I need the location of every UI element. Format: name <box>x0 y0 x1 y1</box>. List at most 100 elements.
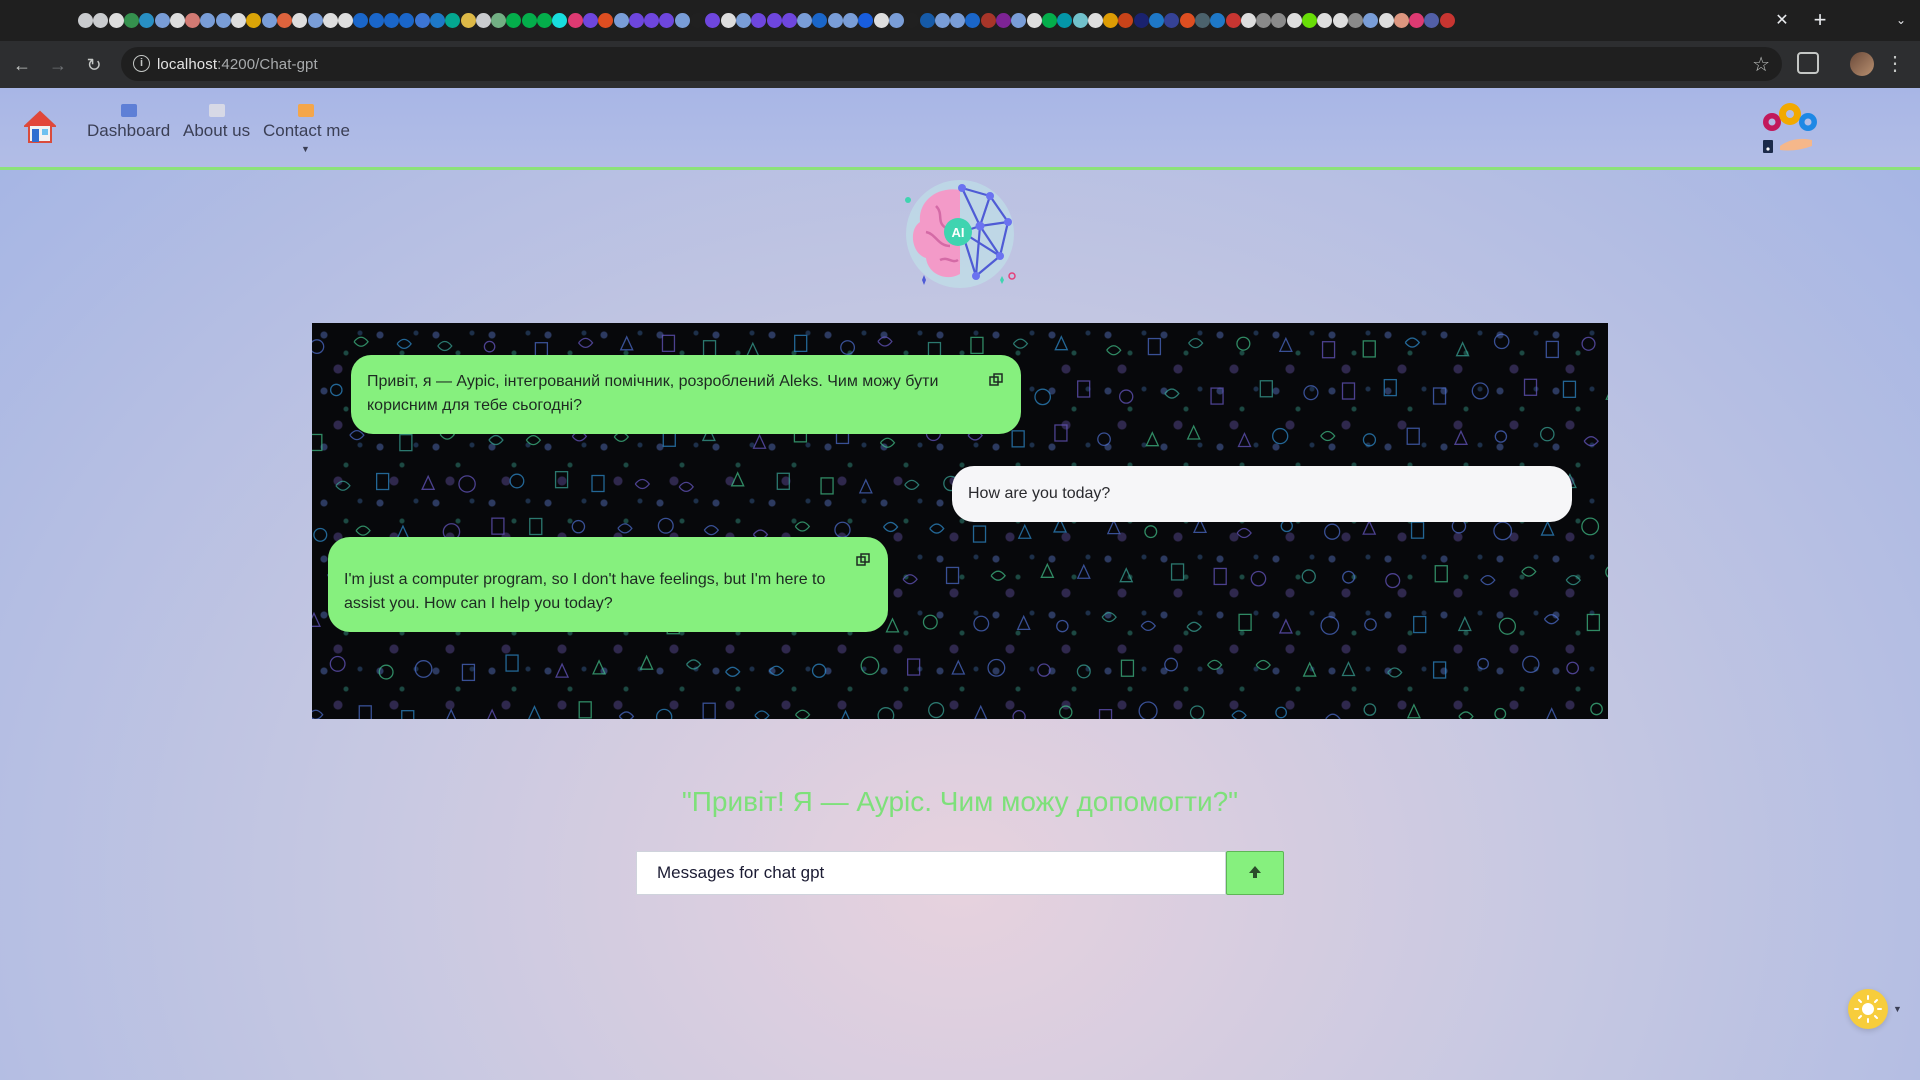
nav-item-dashboard[interactable]: Dashboard <box>87 104 170 141</box>
tab-favicon[interactable] <box>873 13 889 28</box>
tab-favicon[interactable] <box>108 13 124 28</box>
tab-favicon[interactable] <box>1057 13 1073 28</box>
address-bar[interactable]: i localhost:4200/Chat-gpt ☆ <box>121 47 1782 81</box>
new-tab-button[interactable]: + <box>1806 7 1834 35</box>
tab-favicon[interactable] <box>1087 13 1103 28</box>
tab-favicon[interactable] <box>1317 13 1333 28</box>
tab-favicon[interactable] <box>368 13 384 28</box>
tab-favicon[interactable] <box>1271 13 1287 28</box>
tab-favicon[interactable] <box>582 13 598 28</box>
bookmark-star-icon[interactable]: ☆ <box>1752 52 1770 77</box>
close-tab-button[interactable]: ✕ <box>1770 9 1794 33</box>
contact-dropdown-caret[interactable]: ▼ <box>301 144 310 154</box>
tab-favicon[interactable] <box>812 13 828 28</box>
tab-favicon[interactable] <box>919 13 935 28</box>
tab-favicon[interactable] <box>1286 13 1302 28</box>
tab-favicon[interactable] <box>200 13 216 28</box>
tab-favicon[interactable] <box>1424 13 1440 28</box>
tab-favicon[interactable] <box>659 13 675 28</box>
back-button[interactable]: ← <box>8 51 36 79</box>
tab-favicon[interactable] <box>1439 13 1455 28</box>
tab-favicon[interactable] <box>1363 13 1379 28</box>
nav-item-about-us[interactable]: About us <box>183 104 250 141</box>
tab-favicon[interactable] <box>965 13 981 28</box>
tab-favicon[interactable] <box>1179 13 1195 28</box>
tab-favicon[interactable] <box>506 13 522 28</box>
tab-favicon[interactable] <box>827 13 843 28</box>
site-info-icon[interactable]: i <box>133 55 150 72</box>
tab-favicon[interactable] <box>644 13 660 28</box>
tab-favicon[interactable] <box>1133 13 1149 28</box>
extensions-icon[interactable] <box>1797 52 1819 74</box>
tab-favicon[interactable] <box>246 13 262 28</box>
tab-favicon[interactable] <box>475 13 491 28</box>
tab-favicon[interactable] <box>934 13 950 28</box>
tab-favicon[interactable] <box>384 13 399 28</box>
forward-button[interactable]: → <box>44 51 72 79</box>
tab-favicon[interactable] <box>1393 13 1409 28</box>
tab-favicon[interactable] <box>797 13 813 28</box>
tab-favicon[interactable] <box>1332 13 1348 28</box>
tab-favicon[interactable] <box>1072 13 1088 28</box>
tab-favicon[interactable] <box>215 13 231 28</box>
tab-favicon[interactable] <box>185 13 201 28</box>
tab-favicon[interactable] <box>690 13 705 28</box>
tab-favicon[interactable] <box>1011 13 1027 28</box>
tab-favicon[interactable] <box>980 13 996 28</box>
nav-item-contact-me[interactable]: Contact me <box>263 104 350 141</box>
theme-toggle-button[interactable] <box>1848 989 1888 1029</box>
tab-favicon[interactable] <box>613 13 629 28</box>
reload-button[interactable]: ↻ <box>80 51 108 79</box>
tab-favicon[interactable] <box>399 13 415 28</box>
send-button[interactable] <box>1226 851 1284 895</box>
tab-favicon[interactable] <box>537 13 552 28</box>
tab-favicon[interactable] <box>93 13 109 28</box>
tab-favicon[interactable] <box>322 13 338 28</box>
tab-search-button[interactable]: ⌄ <box>1890 9 1912 31</box>
tab-favicon[interactable] <box>276 13 292 28</box>
tab-favicon[interactable] <box>674 13 690 28</box>
tab-favicon[interactable] <box>1149 13 1164 28</box>
tab-favicon[interactable] <box>521 13 537 28</box>
tab-favicon[interactable] <box>338 13 354 28</box>
theme-dropdown-caret[interactable]: ▼ <box>1893 1004 1902 1014</box>
tab-favicon[interactable] <box>139 13 155 28</box>
tab-favicon[interactable] <box>460 13 476 28</box>
tab-favicon[interactable] <box>1103 13 1119 28</box>
message-input[interactable] <box>636 851 1226 895</box>
tab-favicon[interactable] <box>169 13 185 28</box>
tab-favicon[interactable] <box>1225 13 1241 28</box>
tab-favicon[interactable] <box>1256 13 1272 28</box>
tab-favicon[interactable] <box>1240 13 1256 28</box>
tab-favicon[interactable] <box>414 13 430 28</box>
tab-favicon[interactable] <box>628 13 644 28</box>
tab-favicon[interactable] <box>843 13 858 28</box>
tab-favicon[interactable] <box>858 13 874 28</box>
tab-favicon[interactable] <box>292 13 308 28</box>
tab-favicon[interactable] <box>735 13 751 28</box>
tab-favicon[interactable] <box>445 13 461 28</box>
chat-window[interactable]: Привіт, я — Ауріс, інтегрований помічник… <box>312 323 1608 719</box>
tab-favicon[interactable] <box>1041 13 1057 28</box>
tab-favicon[interactable] <box>1210 13 1226 28</box>
copy-icon[interactable] <box>856 553 870 567</box>
tab-favicon[interactable] <box>429 13 445 28</box>
tab-favicon[interactable] <box>567 13 583 28</box>
tab-favicon[interactable] <box>720 13 736 28</box>
tab-favicon[interactable] <box>1194 13 1210 28</box>
tab-favicon[interactable] <box>307 13 323 28</box>
tab-favicon[interactable] <box>904 13 920 28</box>
tab-favicon[interactable] <box>1026 13 1042 28</box>
tab-favicon[interactable] <box>1378 13 1394 28</box>
tab-favicon[interactable] <box>353 13 369 28</box>
tab-favicon[interactable] <box>78 13 93 28</box>
url-text[interactable]: localhost:4200/Chat-gpt <box>157 56 318 73</box>
tab-favicon[interactable] <box>996 13 1011 28</box>
tab-favicon[interactable] <box>1118 13 1134 28</box>
gears-hand-icon[interactable] <box>1760 100 1822 156</box>
tab-favicon[interactable] <box>123 13 139 28</box>
home-icon[interactable] <box>24 110 56 144</box>
tab-favicon[interactable] <box>705 13 721 28</box>
tab-favicon[interactable] <box>1164 13 1180 28</box>
copy-icon[interactable] <box>989 373 1003 387</box>
